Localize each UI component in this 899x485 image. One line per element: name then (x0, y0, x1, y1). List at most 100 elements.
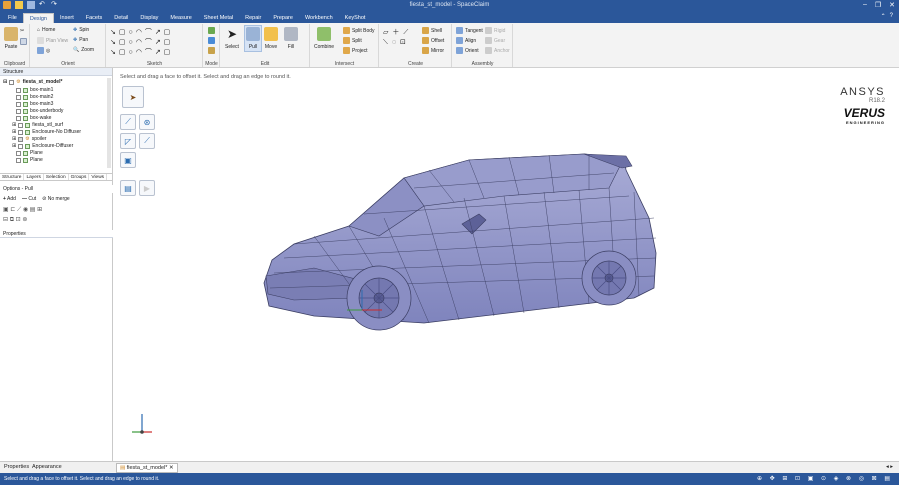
viewport[interactable]: Select and drag a face to offset it. Sel… (114, 68, 899, 461)
tree-item[interactable]: box-main2 (16, 94, 53, 100)
tab-keyshot[interactable]: KeyShot (339, 13, 372, 23)
create-tools-row1[interactable]: ▱＋⟋ (383, 27, 412, 37)
tab-file[interactable]: File (2, 13, 23, 23)
tree-item[interactable]: ⊞ Enclosure-Diffuser (12, 143, 73, 149)
merge-options: + Add — Cut ⊘ No merge (0, 193, 113, 205)
tree-item[interactable]: box-underbody (16, 108, 63, 114)
tangent-button[interactable]: Tangent (456, 27, 483, 34)
tab-design[interactable]: Design (22, 13, 54, 23)
draft-tool[interactable]: ⟋ (139, 133, 155, 149)
minimize-ribbon-icon[interactable]: ⌃ (881, 13, 886, 20)
mirror-button[interactable]: Mirror (422, 47, 444, 54)
split-button[interactable]: Split (343, 37, 362, 44)
tab-views[interactable]: Views (89, 174, 108, 180)
pull-icon (246, 27, 260, 41)
orient-button[interactable]: Orient (456, 47, 479, 54)
tab-measure[interactable]: Measure (164, 13, 197, 23)
options-header: Options - Pull (0, 185, 113, 193)
anchor-button[interactable]: Anchor (485, 47, 510, 54)
offset-button[interactable]: Offset (422, 37, 444, 44)
restore-icon[interactable]: ❐ (875, 1, 881, 9)
pan-button[interactable]: ✥ Pan (73, 37, 88, 43)
tab-workbench[interactable]: Workbench (299, 13, 339, 23)
tree-scrollbar[interactable] (107, 78, 111, 168)
close-tab-icon[interactable]: ✕ (169, 465, 174, 471)
help-icon[interactable]: ? (890, 13, 893, 20)
split-body-button[interactable]: Split Body (343, 27, 375, 34)
spin-button[interactable]: ✥ Spin (73, 27, 89, 33)
pull-button[interactable]: Pull (244, 25, 262, 52)
tree-item[interactable]: box-wake (16, 115, 51, 121)
gear-button[interactable]: Gear (485, 37, 505, 44)
tree-item[interactable]: Plane (16, 157, 43, 163)
tab-facets[interactable]: Facets (80, 13, 109, 23)
tree-item[interactable]: ⊞ Enclosure-No Diffuser (12, 129, 81, 135)
rigid-button[interactable]: Rigid (485, 27, 505, 34)
section-mode-icon[interactable] (208, 37, 215, 44)
view-button[interactable]: ◎ (37, 47, 50, 54)
align-button[interactable]: Align (456, 37, 476, 44)
paste-button[interactable]: Paste (4, 27, 18, 50)
plan-view-button[interactable]: Plan View (37, 37, 68, 44)
tab-insert[interactable]: Insert (54, 13, 80, 23)
tab-sheet-metal[interactable]: Sheet Metal (198, 13, 239, 23)
edit-group: ➤ Select Pull Move Fill Edit (221, 24, 310, 67)
pull-direction-tool[interactable]: ⟋ (120, 114, 136, 130)
tab-scroll-arrows[interactable]: ◂ ▸ (886, 464, 893, 470)
tree-item[interactable]: box-main3 (16, 101, 53, 107)
tab-appearance[interactable]: Appearance (32, 464, 62, 470)
tree-item[interactable]: ⊞ fiesta_stl_surf (12, 122, 63, 128)
tab-properties[interactable]: Properties (4, 464, 29, 470)
status-tools[interactable]: ⊕ ✥ ⊞ ⊡ ▣ ⊙ ◈ ⊗ ◎ ⊠ ▤ (757, 473, 893, 485)
sketch-tools-row2[interactable]: ↘▢○◠⌒↗▢ (110, 37, 173, 47)
select-tool[interactable]: ➤ (122, 86, 144, 108)
plane-icon (23, 157, 28, 163)
zoom-button[interactable]: 🔍 Zoom (73, 47, 94, 53)
tab-detail[interactable]: Detail (108, 13, 134, 23)
tab-groups[interactable]: Groups (69, 174, 90, 180)
pull-option-tools[interactable]: ▣ ⊏ ⟋ ◉ ▤ ⊞ (0, 205, 113, 215)
combine-button[interactable]: Combine (314, 27, 334, 50)
tab-structure[interactable]: Structure (0, 174, 25, 180)
cut-button[interactable]: ✂ (20, 28, 24, 34)
blend-tool[interactable]: ▣ (120, 152, 136, 168)
3d-mode-icon[interactable] (208, 47, 215, 54)
tab-repair[interactable]: Repair (239, 13, 267, 23)
create-tools-row2[interactable]: ⟍◌⊡ (383, 38, 410, 47)
window-controls: – ❐ ✕ (863, 1, 895, 9)
project-button[interactable]: Project (343, 47, 368, 54)
copy-button[interactable] (20, 38, 27, 45)
no-merge-option[interactable]: ⊘ No merge (42, 196, 70, 202)
tab-selection[interactable]: Selection (44, 174, 69, 180)
minimize-icon[interactable]: – (863, 1, 867, 9)
tab-prepare[interactable]: Prepare (267, 13, 299, 23)
home-button[interactable]: ⌂ Home (37, 27, 55, 33)
up-to-tool[interactable]: ▶ (139, 180, 155, 196)
sketch-mode-icon[interactable] (208, 27, 215, 34)
tab-display[interactable]: Display (134, 13, 164, 23)
sketch-tools-row1[interactable]: ↘▢○◠⌒↗▢ (110, 27, 173, 37)
draft-icon: ⟋ (144, 136, 150, 145)
document-tab[interactable]: ▤ fiesta_st_model* ✕ (116, 463, 178, 473)
checkbox-icon[interactable] (9, 79, 15, 85)
fill-button[interactable]: Fill (284, 27, 298, 50)
structure-tree: ⊟ ⚙ fiesta_st_model* box-main1 box-main2 b… (0, 76, 112, 172)
car-model[interactable] (254, 148, 674, 338)
revolve-tool[interactable]: ⊛ (139, 114, 155, 130)
tree-item-root[interactable]: ⊟ ⚙ fiesta_st_model* (3, 79, 62, 85)
complete-tool[interactable]: ▤ (120, 180, 136, 196)
move-button[interactable]: Move (264, 27, 278, 50)
select-button[interactable]: ➤ Select (225, 27, 239, 50)
shell-button[interactable]: Shell (422, 27, 442, 34)
add-option[interactable]: + Add (3, 196, 16, 202)
tab-layers[interactable]: Layers (24, 174, 44, 180)
tree-item[interactable]: Plane (16, 150, 43, 156)
cut-option[interactable]: — Cut (22, 196, 36, 202)
tree-item[interactable]: box-main1 (16, 87, 53, 93)
sweep-tool[interactable]: ◸ (120, 133, 136, 149)
close-icon[interactable]: ✕ (889, 1, 895, 9)
tree-item[interactable]: ⊞ ⚙ spoiler (12, 136, 46, 142)
sketch-tools-row3[interactable]: ↘▢○◠⌒↗▢ (110, 47, 173, 57)
plane-icon (23, 150, 28, 156)
pull-option-tools-2[interactable]: ⊟ ⧉ ⊡ ⊛ (0, 215, 113, 225)
